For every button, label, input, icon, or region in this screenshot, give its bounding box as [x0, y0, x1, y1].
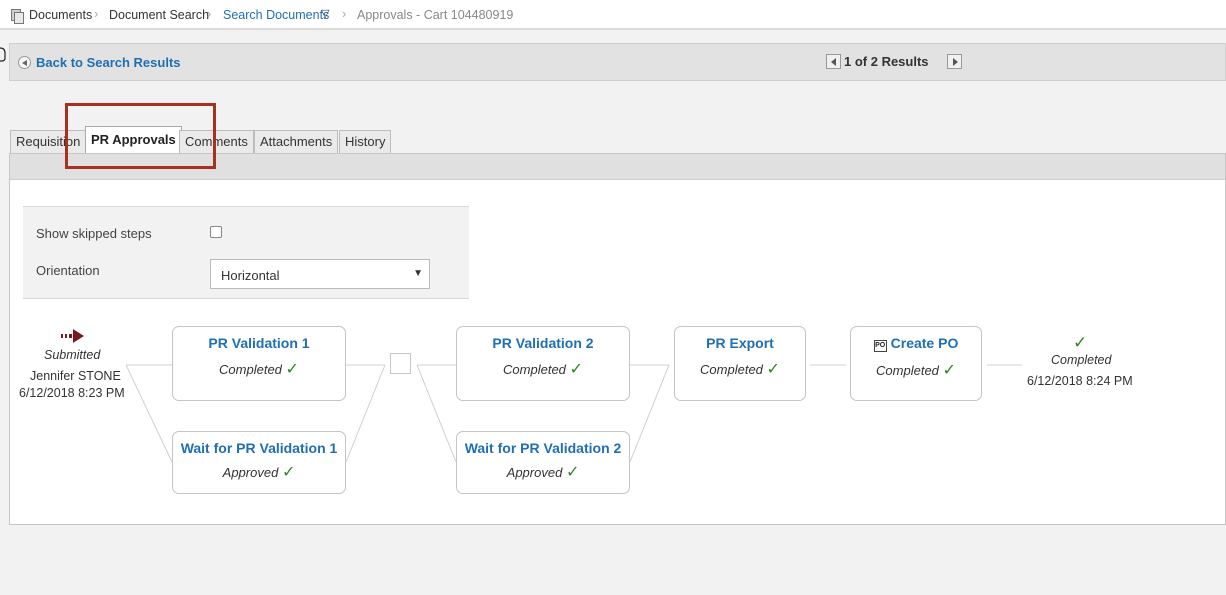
step-status: Completed	[876, 363, 939, 378]
step-wait-for-pr-validation-2[interactable]: Wait for PR Validation 2 Approved ✓	[456, 431, 630, 494]
step-pr-export[interactable]: PR Export Completed ✓	[674, 326, 806, 401]
tab-attachments[interactable]: Attachments	[254, 130, 339, 154]
breadcrumb-document-search[interactable]: Document Search	[109, 8, 209, 22]
step-title[interactable]: Wait for PR Validation 2	[457, 440, 629, 456]
start-status: Submitted	[44, 348, 101, 362]
next-result-button[interactable]	[947, 54, 962, 69]
breadcrumb-current-page: Approvals - Cart 104480919	[357, 8, 514, 22]
step-status: Completed	[503, 362, 566, 377]
documents-icon	[11, 9, 24, 24]
tab-comments[interactable]: Comments	[179, 130, 254, 154]
breadcrumb-documents[interactable]: Documents	[29, 8, 92, 22]
panel-header	[10, 154, 1225, 180]
checkmark-icon: ✓	[766, 361, 780, 378]
hand-cursor-icon	[0, 47, 6, 62]
step-status: Approved	[506, 465, 563, 480]
submitted-date: 6/12/2018 8:23 PM	[19, 386, 125, 400]
tab-pr-approvals[interactable]: PR Approvals	[85, 126, 182, 155]
step-title[interactable]: Create PO	[891, 335, 959, 351]
step-status: Completed	[700, 362, 763, 377]
step-pr-validation-2[interactable]: PR Validation 2 Completed ✓	[456, 326, 630, 401]
step-wait-for-pr-validation-1[interactable]: Wait for PR Validation 1 Approved ✓	[172, 431, 346, 494]
step-create-po[interactable]: PO Create PO Completed ✓	[850, 326, 982, 401]
submitter-name: Jennifer STONE	[30, 369, 121, 383]
show-skipped-steps-label: Show skipped steps	[36, 226, 152, 241]
checkmark-icon: ✓	[1073, 333, 1088, 352]
result-counter: 1 of 2 Results	[844, 54, 929, 69]
checkmark-icon: ✓	[285, 361, 299, 378]
step-title[interactable]: Wait for PR Validation 1	[173, 440, 345, 456]
end-status: Completed	[1051, 353, 1112, 367]
breadcrumb-separator-icon: ›	[94, 6, 99, 21]
previous-result-button[interactable]	[826, 54, 841, 69]
dropdown-arrow-icon: ▼	[413, 268, 423, 279]
step-status: Approved	[222, 465, 279, 480]
checkmark-icon: ✓	[942, 362, 956, 379]
breadcrumb: Documents › Document Search › Search Doc…	[0, 0, 1226, 30]
step-title[interactable]: PR Validation 2	[457, 335, 629, 351]
orientation-label: Orientation	[36, 263, 100, 278]
chevron-down-icon[interactable]: ▽	[321, 7, 329, 20]
results-navigation-bar: Back to Search Results 1 of 2 Results	[9, 43, 1226, 81]
submitted-arrow-icon	[61, 329, 84, 343]
step-title[interactable]: PR Validation 1	[173, 335, 345, 351]
breadcrumb-separator-icon: ›	[207, 6, 212, 21]
back-to-search-results-link[interactable]: Back to Search Results	[36, 55, 181, 70]
step-pr-validation-1[interactable]: PR Validation 1 Completed ✓	[172, 326, 346, 401]
checkmark-icon: ✓	[565, 464, 580, 481]
completed-date: 6/12/2018 8:24 PM	[1027, 374, 1133, 388]
step-status: Completed	[219, 362, 282, 377]
breadcrumb-separator-icon: ›	[342, 6, 347, 21]
orientation-select[interactable]: Horizontal ▼	[210, 259, 430, 289]
purchase-order-icon: PO	[873, 340, 887, 352]
tab-requisition[interactable]: Requisition	[10, 130, 87, 154]
checkmark-icon: ✓	[569, 361, 583, 378]
back-arrow-icon[interactable]	[18, 56, 31, 69]
tab-history[interactable]: History	[339, 130, 392, 154]
checkmark-icon: ✓	[281, 464, 296, 481]
step-title[interactable]: PR Export	[675, 335, 805, 351]
breadcrumb-search-documents[interactable]: Search Documents	[223, 8, 329, 22]
parallel-join-node	[390, 353, 411, 374]
orientation-selected-value: Horizontal	[221, 268, 280, 283]
show-skipped-steps-checkbox[interactable]	[210, 226, 222, 238]
